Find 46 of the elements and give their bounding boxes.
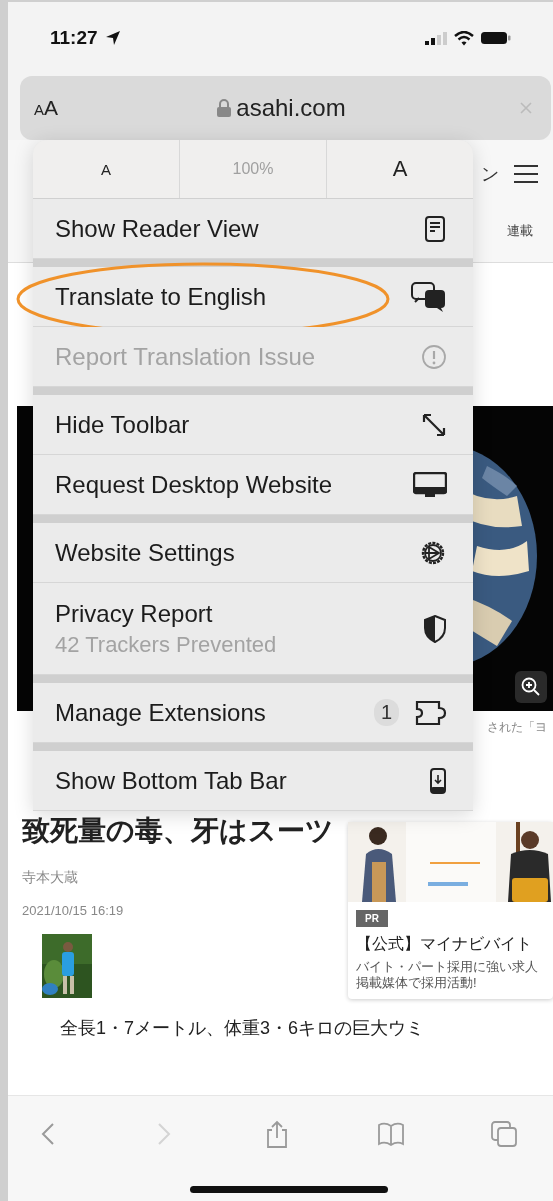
url-text: asahi.com xyxy=(236,94,346,122)
decrease-text-button[interactable]: A xyxy=(33,140,180,198)
subtitle-text: 42 Trackers Prevented xyxy=(55,631,278,658)
menu-item[interactable]: Privacy Report 42 Trackers Prevented xyxy=(33,583,473,675)
ad-card[interactable]: PR 【公式】マイナビバイト バイト・パート採用に強い求人掲載媒体で採用活動! xyxy=(348,822,553,999)
nav-link[interactable]: 連載 xyxy=(507,222,533,240)
menu-icon[interactable] xyxy=(513,164,539,184)
ad-description: バイト・パート採用に強い求人掲載媒体で採用活動! xyxy=(356,959,539,991)
phone-icon xyxy=(429,767,447,794)
increase-text-button[interactable]: A xyxy=(327,140,473,198)
ad-title[interactable]: 【公式】マイナビバイト xyxy=(356,933,532,955)
menu-item[interactable]: Show Reader View xyxy=(33,199,473,259)
shield-icon xyxy=(423,614,447,643)
text-size-button[interactable]: AA xyxy=(34,96,59,120)
signal-icon xyxy=(425,31,447,45)
diagonal-arrows-icon xyxy=(421,411,447,438)
menu-item[interactable]: Show Bottom Tab Bar xyxy=(33,751,473,811)
author-name: 寺本大蔵 xyxy=(22,869,79,887)
menu-item[interactable]: Manage Extensions 1 xyxy=(33,683,473,743)
menu-item[interactable]: Hide Toolbar xyxy=(33,395,473,455)
count-badge: 1 xyxy=(373,699,399,726)
address-bar[interactable]: AA asahi.com xyxy=(20,76,551,140)
image-caption: された「ヨ xyxy=(487,718,547,736)
wifi-icon xyxy=(454,30,474,46)
article-text: 全長1・7メートル、体重3・6キロの巨大ウミ xyxy=(60,1017,426,1040)
menu-item[interactable]: Request Desktop Website xyxy=(33,455,473,515)
close-icon[interactable] xyxy=(519,101,533,115)
menu-item[interactable]: Website Settings xyxy=(33,523,473,583)
clock-time: 11:27 xyxy=(50,27,98,49)
info-icon xyxy=(421,343,447,370)
book-icon[interactable] xyxy=(376,1120,405,1148)
article-headline: 致死量の毒、牙はスーツ xyxy=(22,814,335,848)
location-arrow-icon xyxy=(104,30,121,46)
zoom-level: 100% xyxy=(180,140,327,198)
menu-item[interactable]: Translate to English xyxy=(33,267,473,327)
zoom-in-button[interactable] xyxy=(515,671,547,703)
tabs-icon[interactable] xyxy=(490,1120,518,1148)
puzzle-icon xyxy=(415,698,447,727)
zoom-in-icon xyxy=(521,677,541,697)
nav-text[interactable]: ン xyxy=(481,162,499,186)
translate-icon xyxy=(411,281,447,312)
battery-icon xyxy=(481,31,511,45)
document-icon xyxy=(423,215,447,242)
lock-icon xyxy=(217,99,232,117)
pr-badge: PR xyxy=(356,910,388,927)
monitor-icon xyxy=(413,471,447,498)
